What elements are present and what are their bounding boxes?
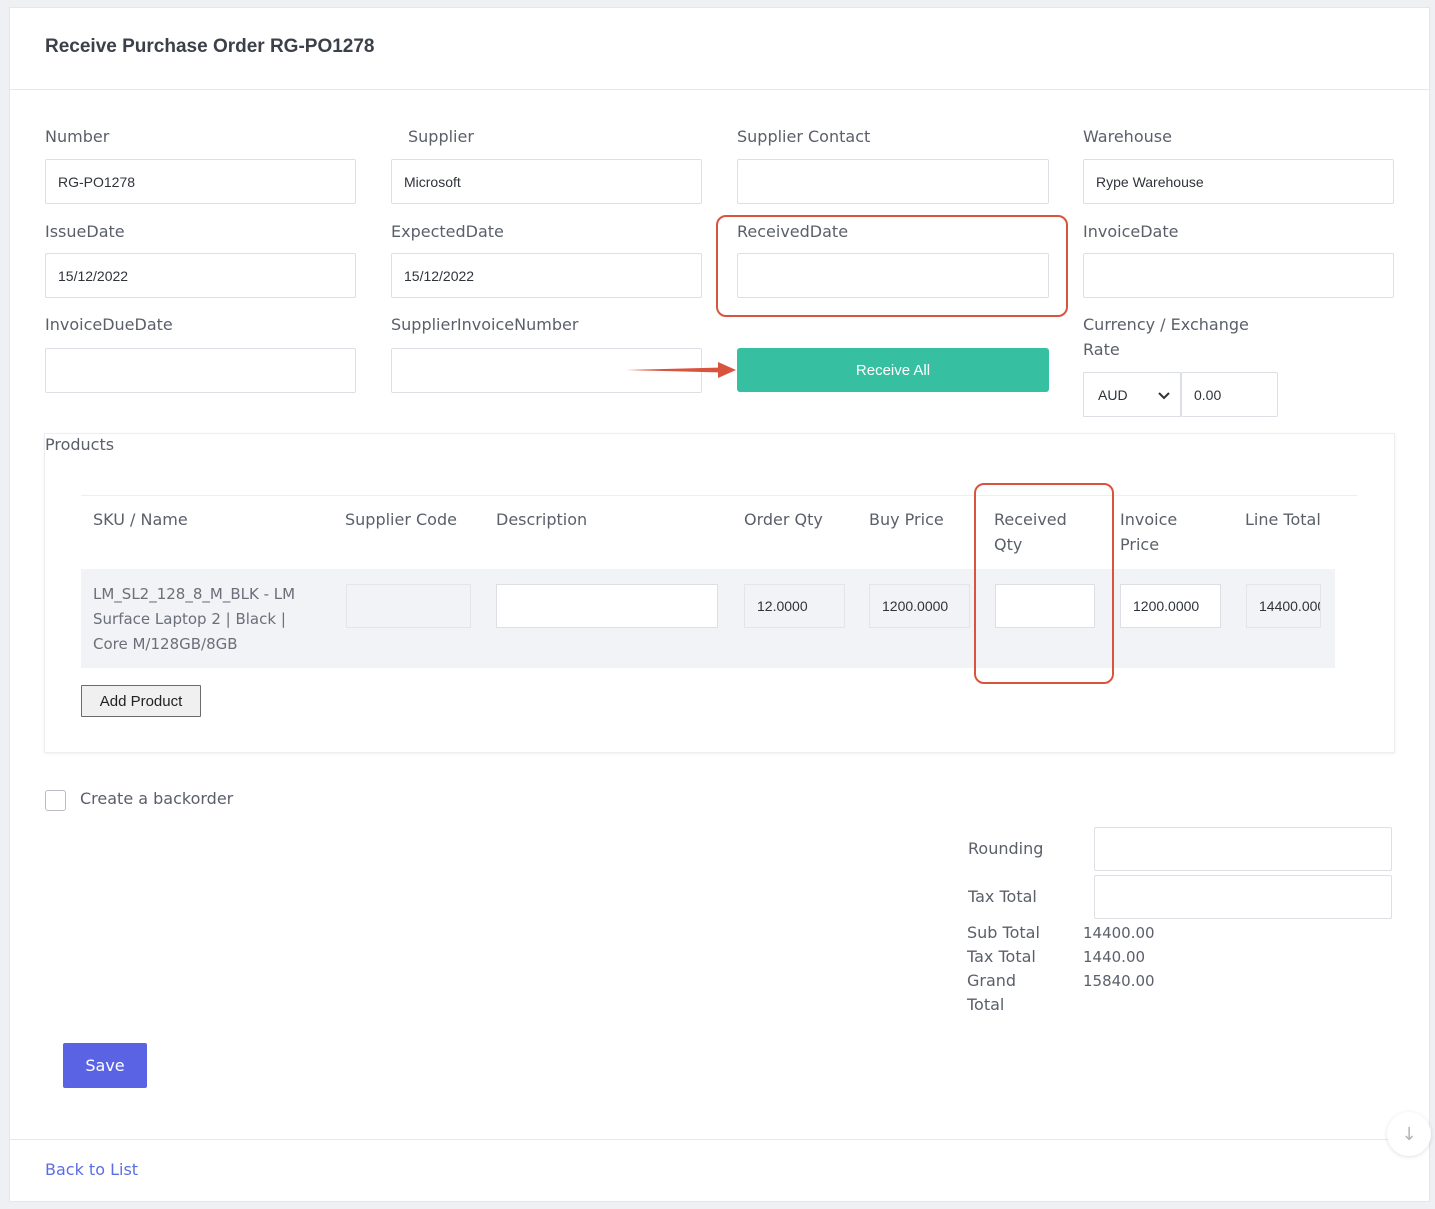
expected-date-label: ExpectedDate bbox=[391, 222, 504, 241]
footer-divider bbox=[10, 1139, 1431, 1140]
received-date-highlight bbox=[716, 215, 1068, 317]
invoice-due-date-label: InvoiceDueDate bbox=[45, 315, 173, 334]
col-invoice-price: Invoice Price bbox=[1120, 507, 1177, 557]
sku-line-3: Core M/128GB/8GB bbox=[93, 635, 238, 653]
arrow-down-icon[interactable]: ↓ bbox=[1387, 1112, 1431, 1156]
sub-total-label: Sub Total bbox=[967, 923, 1040, 942]
back-to-list-link[interactable]: Back to List bbox=[45, 1160, 138, 1179]
col-order-qty: Order Qty bbox=[744, 510, 823, 529]
number-label: Number bbox=[45, 127, 110, 146]
row-sku-name: LM_SL2_128_8_M_BLK - LM Surface Laptop 2… bbox=[93, 582, 323, 657]
tax-total-input-label: Tax Total bbox=[968, 887, 1037, 906]
supplier-invoice-number-label: SupplierInvoiceNumber bbox=[391, 315, 579, 334]
col-buy-price: Buy Price bbox=[869, 510, 944, 529]
col-invoice-price-line2: Price bbox=[1120, 535, 1160, 554]
buy-price-input: 1200.0000 bbox=[869, 584, 970, 628]
chevron-down-icon bbox=[1158, 387, 1170, 403]
invoice-due-date-input[interactable] bbox=[45, 348, 356, 393]
backorder-checkbox[interactable] bbox=[45, 790, 66, 811]
save-button[interactable]: Save bbox=[63, 1043, 147, 1088]
table-top-border bbox=[81, 495, 1357, 496]
tax-total-label: Tax Total bbox=[967, 947, 1036, 966]
line-total-input: 14400.0000 bbox=[1246, 584, 1321, 628]
sub-total-value: 14400.00 bbox=[1083, 924, 1155, 942]
col-supplier-code: Supplier Code bbox=[345, 510, 457, 529]
supplier-input[interactable]: Microsoft bbox=[391, 159, 702, 204]
invoice-price-input[interactable]: 1200.0000 bbox=[1120, 584, 1221, 628]
supplier-code-input bbox=[346, 584, 471, 628]
supplier-contact-input[interactable] bbox=[737, 159, 1049, 204]
sku-line-2: Surface Laptop 2 | Black | bbox=[93, 610, 286, 628]
backorder-label: Create a backorder bbox=[80, 789, 234, 808]
products-label: Products bbox=[45, 435, 115, 454]
number-input[interactable]: RG-PO1278 bbox=[45, 159, 356, 204]
currency-select[interactable]: AUD bbox=[1083, 372, 1181, 417]
received-qty-highlight bbox=[974, 483, 1114, 684]
receive-po-card: Receive Purchase Order RG-PO1278 Number … bbox=[9, 7, 1431, 1202]
warehouse-input[interactable]: Rype Warehouse bbox=[1083, 159, 1394, 204]
order-qty-input: 12.0000 bbox=[744, 584, 845, 628]
tax-total-value: 1440.00 bbox=[1083, 948, 1146, 966]
invoice-date-label: InvoiceDate bbox=[1083, 222, 1179, 241]
currency-label: Currency / Exchange bbox=[1083, 315, 1249, 334]
page-title: Receive Purchase Order RG-PO1278 bbox=[45, 36, 375, 57]
invoice-date-input[interactable] bbox=[1083, 253, 1394, 298]
col-description: Description bbox=[496, 510, 588, 529]
header-divider bbox=[10, 89, 1431, 90]
col-sku-name: SKU / Name bbox=[93, 510, 188, 529]
issue-date-label: IssueDate bbox=[45, 222, 125, 241]
annotation-arrow-icon bbox=[626, 362, 736, 378]
currency-selected-value: AUD bbox=[1098, 386, 1128, 403]
add-product-button[interactable]: Add Product bbox=[81, 685, 201, 717]
supplier-label: Supplier bbox=[408, 127, 474, 146]
warehouse-label: Warehouse bbox=[1083, 127, 1172, 146]
grand-total-label: Grand Total bbox=[967, 969, 1016, 1017]
supplier-contact-label: Supplier Contact bbox=[737, 127, 871, 146]
receive-all-button[interactable]: Receive All bbox=[737, 348, 1049, 392]
col-invoice-price-line1: Invoice bbox=[1120, 510, 1178, 529]
rounding-input[interactable] bbox=[1094, 827, 1392, 871]
tax-total-input[interactable] bbox=[1094, 875, 1392, 919]
grand-total-label-line2: Total bbox=[967, 995, 1005, 1014]
expected-date-input[interactable]: 15/12/2022 bbox=[391, 253, 702, 298]
exchange-rate-input[interactable]: 0.00 bbox=[1181, 372, 1278, 417]
currency-label-rate: Rate bbox=[1083, 340, 1120, 359]
grand-total-value: 15840.00 bbox=[1083, 972, 1155, 990]
grand-total-label-line1: Grand bbox=[967, 971, 1017, 990]
issue-date-input[interactable]: 15/12/2022 bbox=[45, 253, 356, 298]
description-input[interactable] bbox=[496, 584, 718, 628]
sku-line-1: LM_SL2_128_8_M_BLK - LM bbox=[93, 585, 296, 603]
rounding-label: Rounding bbox=[968, 839, 1044, 858]
col-line-total: Line Total bbox=[1245, 510, 1321, 529]
